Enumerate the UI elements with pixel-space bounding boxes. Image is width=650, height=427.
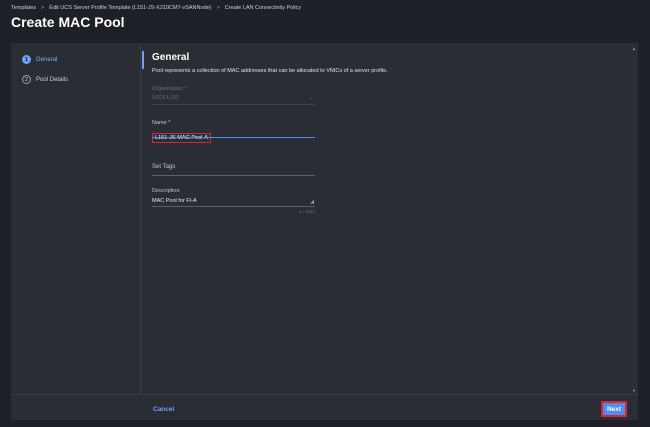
breadcrumb-item-templates[interactable]: Templates <box>11 5 36 11</box>
scroll-up-arrow-icon[interactable]: ▲ <box>632 46 636 51</box>
description-field: Description MAC Pool for FI-A ◢ <= 1024 <box>152 188 315 218</box>
name-label: Name * <box>152 120 171 126</box>
organization-field: Organization * IUCS-L151 ⌄ <box>152 86 315 106</box>
name-input[interactable]: L151-JS-MAC-Pool-A <box>152 133 211 143</box>
description-label: Description <box>152 188 180 194</box>
breadcrumb: Templates > Edit UCS Server Profile Temp… <box>11 5 301 11</box>
tags-underline <box>152 175 315 176</box>
resize-grip-icon[interactable]: ◢ <box>310 199 314 205</box>
chevron-down-icon: ⌄ <box>309 95 314 101</box>
section-description: Pool represents a collection of MAC addr… <box>152 68 388 74</box>
scroll-down-arrow-icon[interactable]: ▼ <box>632 388 636 393</box>
cancel-button[interactable]: Cancel <box>153 406 174 413</box>
step-number-badge: 1 <box>22 55 31 64</box>
wizard-footer: Cancel Next <box>11 394 638 420</box>
name-field: Name * L151-JS-MAC-Pool-A <box>152 120 315 143</box>
name-underline <box>152 137 315 138</box>
breadcrumb-separator: > <box>216 5 220 11</box>
step-number-badge: 2 <box>22 75 31 84</box>
step-label: Pool Details <box>36 76 69 83</box>
page-title: Create MAC Pool <box>11 14 125 30</box>
step-general[interactable]: 1 General <box>22 55 57 64</box>
organization-select: IUCS-L151 <box>152 95 180 101</box>
description-textarea[interactable]: MAC Pool for FI-A <box>152 198 315 204</box>
breadcrumb-separator: > <box>41 5 45 11</box>
step-pool-details[interactable]: 2 Pool Details <box>22 75 68 84</box>
organization-underline <box>152 104 315 105</box>
wizard-panel: 1 General 2 Pool Details ‹ General Pool … <box>11 43 638 420</box>
section-title: General <box>152 52 190 63</box>
character-count: <= 1024 <box>298 209 315 214</box>
next-button[interactable]: Next <box>601 401 627 417</box>
form-content: General Pool represents a collection of … <box>142 43 631 394</box>
tags-field[interactable]: Set Tags <box>152 164 315 176</box>
step-label: General <box>36 56 58 63</box>
organization-label: Organization * <box>152 86 187 92</box>
section-accent-bar <box>142 51 144 69</box>
breadcrumb-item-edit-template[interactable]: Edit UCS Server Profile Template (L151-J… <box>49 5 211 11</box>
description-underline <box>152 206 315 207</box>
breadcrumb-item-create-lan-policy[interactable]: Create LAN Connectivity Policy <box>225 5 301 11</box>
wizard-sidebar: 1 General 2 Pool Details ‹ <box>11 43 141 412</box>
set-tags-input[interactable]: Set Tags <box>152 164 315 170</box>
